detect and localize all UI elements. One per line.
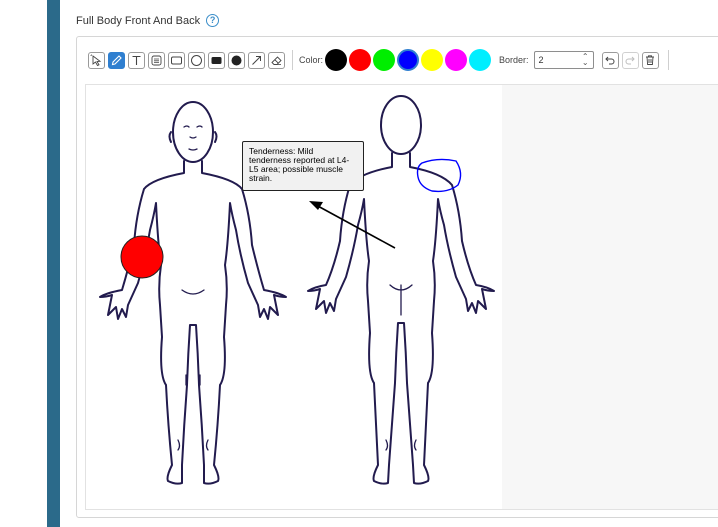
color-swatch[interactable]: [349, 49, 372, 71]
color-swatch[interactable]: [445, 49, 468, 71]
filled-circle-tool-button[interactable]: [228, 51, 245, 69]
color-label: Color:: [299, 55, 324, 65]
body-diagram-panel: Color: Border: 2 ⌃ ⌄ Tenderness: Mild te…: [76, 36, 718, 518]
eraser-icon: [271, 55, 282, 65]
border-width-stepper[interactable]: 2 ⌃ ⌄: [533, 51, 594, 69]
color-swatch[interactable]: [325, 49, 348, 71]
drawing-canvas[interactable]: Tenderness: Mild tenderness reported at …: [86, 85, 502, 509]
filled-rectangle-icon: [211, 56, 222, 64]
question-circle-icon[interactable]: ?: [206, 14, 220, 27]
eraser-tool-button[interactable]: [268, 51, 285, 69]
pointer-select-icon: [90, 54, 102, 66]
annotation-note[interactable]: Tenderness: Mild tenderness reported at …: [242, 141, 364, 191]
filled-rectangle-tool-button[interactable]: [208, 51, 225, 69]
border-label: Border:: [499, 55, 529, 65]
toolbar-divider: [292, 50, 293, 70]
redo-button[interactable]: [621, 51, 639, 69]
undo-icon: [605, 56, 615, 65]
left-margin: [0, 0, 47, 527]
rectangle-icon: [171, 56, 182, 64]
color-swatches: [325, 49, 493, 71]
color-swatch[interactable]: [397, 49, 420, 71]
undo-button[interactable]: [601, 51, 619, 69]
side-accent-bar: [47, 0, 60, 527]
canvas-empty-area: [502, 85, 718, 509]
color-swatch[interactable]: [373, 49, 396, 71]
circle-tool-button[interactable]: [188, 51, 205, 69]
redo-icon: [625, 56, 635, 65]
drawing-canvas-frame: Tenderness: Mild tenderness reported at …: [85, 84, 718, 510]
text-tool-button[interactable]: [128, 51, 145, 69]
pencil-icon: [111, 54, 122, 65]
annotation-arrow: [309, 201, 396, 249]
color-swatch[interactable]: [469, 49, 492, 71]
note-icon: [151, 55, 162, 65]
pen-tool-button[interactable]: [108, 51, 125, 69]
toolbar-divider-end: [667, 50, 669, 70]
section-header: Full Body Front And Back ?: [76, 14, 220, 27]
filled-circle-icon: [231, 55, 242, 65]
border-width-value: 2: [538, 55, 544, 65]
select-tool-button[interactable]: [88, 51, 105, 69]
arrow-tool-button[interactable]: [248, 51, 265, 69]
clear-button[interactable]: [641, 51, 659, 69]
circle-icon: [191, 54, 202, 66]
color-swatch[interactable]: [421, 49, 444, 71]
trash-icon: [646, 55, 655, 65]
stepper-arrows-icon[interactable]: ⌃ ⌄: [582, 53, 589, 67]
section-title: Full Body Front And Back: [76, 14, 201, 27]
arrow-icon: [252, 55, 261, 65]
drawing-toolbar: Color: Border: 2 ⌃ ⌄: [88, 49, 675, 71]
text-T-icon: [132, 55, 141, 65]
note-tool-button[interactable]: [148, 51, 165, 69]
rectangle-tool-button[interactable]: [168, 51, 185, 69]
red-marker-circle: [120, 235, 164, 279]
